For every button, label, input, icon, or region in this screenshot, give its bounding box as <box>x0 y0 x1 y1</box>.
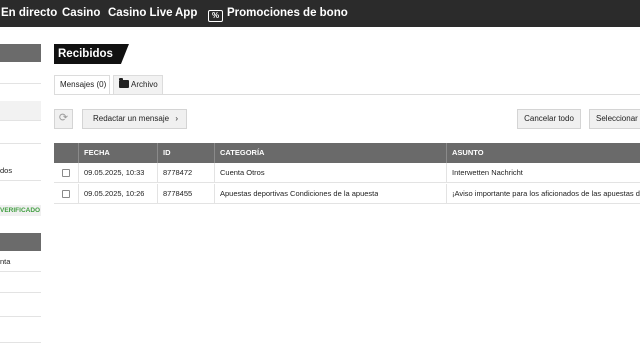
cancel-all-button[interactable]: Cancelar todo <box>517 109 581 129</box>
sidebar-section-header <box>0 44 41 62</box>
cell-id: 8778455 <box>157 184 192 204</box>
promo-label: Promociones de bono <box>227 7 348 19</box>
nav-item-casino-live[interactable]: Casino Live <box>108 0 173 27</box>
nav-item-en-directo[interactable]: En directo <box>1 0 57 27</box>
inbox-panel: Recibidos Mensajes (0) Archivo ⟳ Redacta… <box>41 27 640 347</box>
column-header-id[interactable]: ID <box>157 143 171 163</box>
sidebar-item[interactable] <box>0 101 41 121</box>
sidebar-item[interactable] <box>0 124 41 144</box>
tab-mensajes[interactable]: Mensajes (0) <box>54 75 110 95</box>
table-header: FECHA ID CATEGORÍA ASUNTO <box>54 143 640 163</box>
cell-subject[interactable]: Interwetten Nachricht <box>446 163 640 183</box>
sidebar-item[interactable]: nta <box>0 252 41 272</box>
tab-archivo[interactable]: Archivo <box>113 75 163 95</box>
cell-subject[interactable]: ¡Aviso importante para los aficionados d… <box>446 184 640 204</box>
top-navigation-bar: En directo Casino Casino Live App % Promo… <box>0 0 640 27</box>
cell-category: Apuestas deportivas Condiciones de la ap… <box>214 184 378 204</box>
account-sidebar: dos VERIFICADO nta <box>0 27 41 347</box>
cell-id: 8778472 <box>157 163 192 183</box>
table-row[interactable]: 09.05.2025, 10:26 8778455 Apuestas depor… <box>54 184 640 204</box>
table-row[interactable]: 09.05.2025, 10:33 8778472 Cuenta Otros I… <box>54 163 640 183</box>
compose-label: Redactar un mensaje <box>93 114 170 123</box>
refresh-icon: ⟳ <box>58 112 69 124</box>
nav-item-casino[interactable]: Casino <box>62 0 100 27</box>
row-checkbox[interactable] <box>62 190 70 198</box>
select-all-button[interactable]: Seleccionar todo <box>589 109 640 129</box>
sidebar-item[interactable]: dos <box>0 161 41 181</box>
folder-icon <box>119 78 129 88</box>
page-title: Recibidos <box>54 44 129 64</box>
tab-divider <box>54 94 640 95</box>
compose-message-button[interactable]: Redactar un mensaje › <box>82 109 187 129</box>
sidebar-item[interactable] <box>0 273 41 293</box>
column-header-categoria[interactable]: CATEGORÍA <box>214 143 264 163</box>
promo-ticket-icon: % <box>208 10 223 22</box>
sidebar-section-header <box>0 233 41 251</box>
sidebar-item[interactable] <box>0 323 41 343</box>
cell-date: 09.05.2025, 10:26 <box>78 184 144 204</box>
column-header-asunto[interactable]: ASUNTO <box>446 143 484 163</box>
nav-item-promociones[interactable]: % Promociones de bono <box>208 0 348 27</box>
column-header-fecha[interactable]: FECHA <box>78 143 110 163</box>
row-checkbox[interactable] <box>62 169 70 177</box>
cell-date: 09.05.2025, 10:33 <box>78 163 144 183</box>
tab-archivo-label: Archivo <box>131 80 158 89</box>
chevron-right-icon: › <box>175 114 178 123</box>
sidebar-item[interactable] <box>0 297 41 317</box>
nav-item-app[interactable]: App <box>175 0 197 27</box>
cell-category: Cuenta Otros <box>214 163 265 183</box>
sidebar-item[interactable] <box>0 64 41 84</box>
verified-badge: VERIFICADO <box>0 205 41 216</box>
refresh-button[interactable]: ⟳ <box>54 109 73 129</box>
